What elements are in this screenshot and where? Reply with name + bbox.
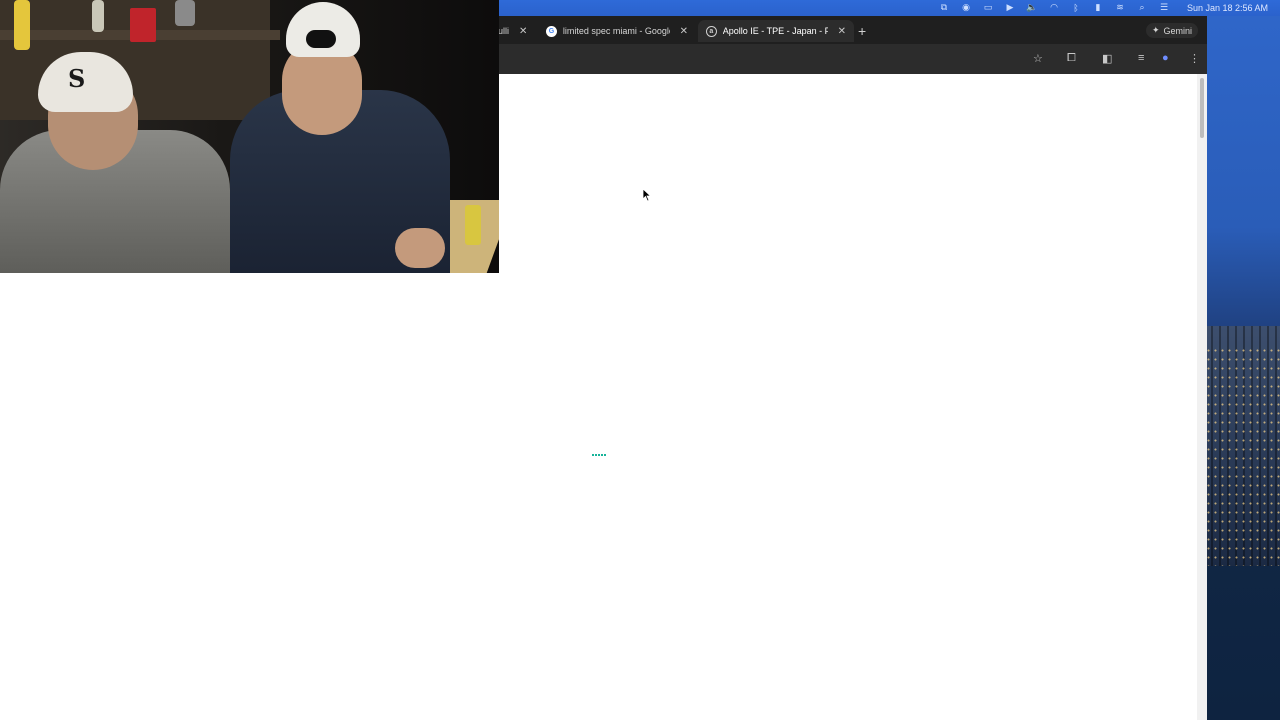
wallpaper-city-lights: [1205, 346, 1280, 566]
wifi-icon[interactable]: ≋: [1114, 2, 1126, 13]
tab-title: Apollo IE - TPE - Japan - For: [722, 26, 828, 36]
tab-title: limited spec miami - Google S: [562, 26, 670, 36]
apollo-icon: a: [706, 25, 717, 37]
webcam-bottle: [14, 0, 30, 50]
webcam-hand: [395, 228, 445, 268]
webcam-can: [465, 205, 481, 245]
bookmark-star-icon[interactable]: ☆: [1033, 52, 1043, 65]
close-icon[interactable]: ✕: [838, 26, 846, 37]
gemini-label: Gemini: [1163, 25, 1193, 36]
extensions-icon[interactable]: ⧠: [1067, 52, 1076, 65]
mariners-logo-icon: S: [68, 64, 86, 93]
screen-mirror-icon[interactable]: ⧉: [938, 2, 950, 13]
wifi-alt-icon[interactable]: ◠: [1048, 2, 1060, 13]
webcam-bottle: [92, 0, 104, 32]
desktop-wallpaper: [1205, 16, 1280, 720]
control-center-icon[interactable]: ☰: [1158, 2, 1170, 13]
sidepanel-icon[interactable]: ◧: [1102, 52, 1112, 65]
page-scrollbar[interactable]: [1197, 74, 1207, 720]
scrollbar-thumb[interactable]: [1200, 78, 1204, 138]
menu-bar-clock[interactable]: Sun Jan 18 2:56 AM: [1187, 3, 1268, 13]
menu-bar-status-icons: ⧉ ◉ ▭ ▶ 🔈 ◠ ᛒ ▮ ≋ ⌕ ☰: [938, 2, 1170, 13]
mouse-cursor-icon: [642, 188, 652, 202]
new-tab-button[interactable]: +: [858, 23, 866, 39]
media-queue-icon[interactable]: ≡: [1138, 52, 1144, 64]
webcam-overlay: S: [0, 0, 499, 273]
sparkle-icon: ✦: [1152, 25, 1160, 35]
webcam-bottle: [175, 0, 195, 26]
bluetooth-icon[interactable]: ᛒ: [1070, 2, 1082, 13]
close-icon[interactable]: ✕: [680, 26, 688, 37]
webcam-red-cup: [130, 8, 156, 42]
tab-google-search[interactable]: G limited spec miami - Google S ✕: [538, 20, 696, 42]
battery-icon[interactable]: ▮: [1092, 2, 1104, 13]
google-icon: G: [546, 25, 557, 37]
volume-icon[interactable]: 🔈: [1026, 2, 1038, 13]
tab-title: ulli: [498, 26, 510, 36]
close-icon[interactable]: ✕: [519, 26, 527, 37]
play-icon[interactable]: ▶: [1004, 2, 1016, 13]
webcam-cap-right-underside: [306, 30, 336, 48]
display-icon[interactable]: ▭: [982, 2, 994, 13]
loading-spinner: [592, 454, 606, 456]
search-icon[interactable]: ⌕: [1136, 2, 1148, 13]
gemini-button[interactable]: ✦ Gemini: [1146, 23, 1199, 38]
menu-dots-icon[interactable]: ⋮: [1189, 52, 1200, 65]
record-icon[interactable]: ◉: [960, 2, 972, 13]
profile-avatar-icon[interactable]: ●: [1162, 52, 1169, 64]
tab-apollo[interactable]: a Apollo IE - TPE - Japan - For ✕: [698, 20, 854, 42]
